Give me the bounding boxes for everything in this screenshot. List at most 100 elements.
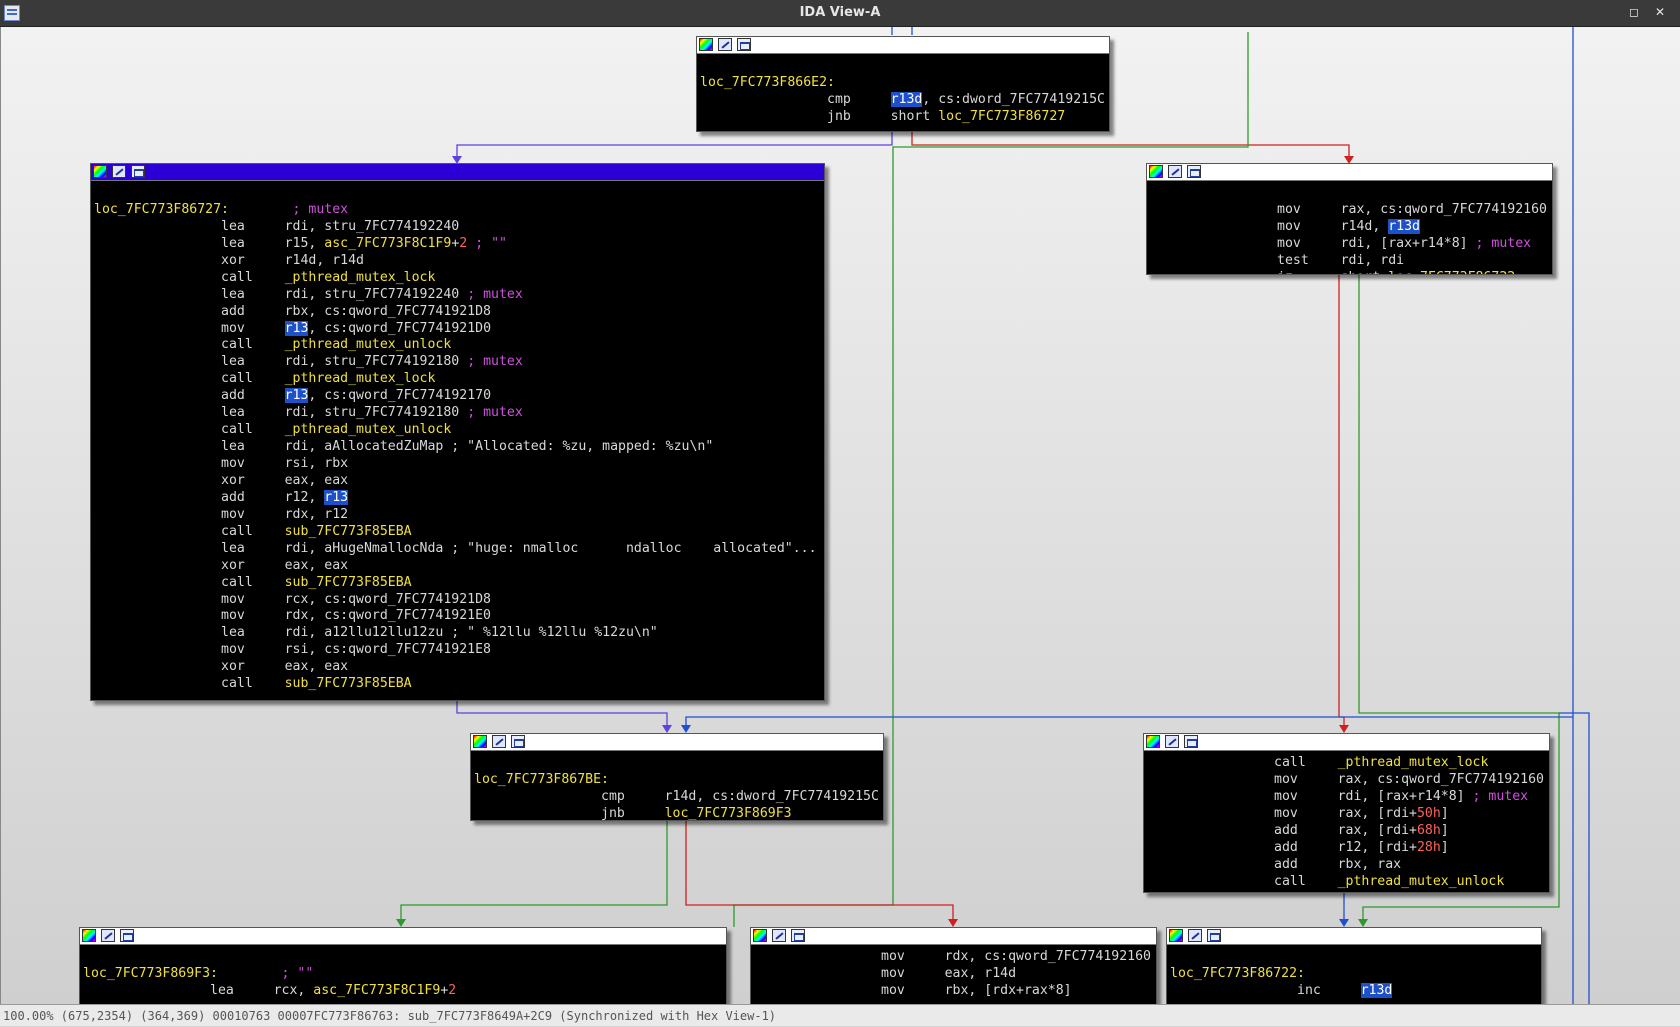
node-rename-icon[interactable] xyxy=(1188,929,1202,942)
asm-line[interactable]: add r12, r13 xyxy=(94,489,824,507)
asm-line[interactable]: jnb short loc_7FC773F86727 xyxy=(700,109,1109,126)
asm-line[interactable]: loc_7FC773F866E2: xyxy=(700,75,1109,92)
asm-line[interactable]: lea r15, asc_7FC773F8C1F9+2 ; "" xyxy=(94,236,824,253)
asm-line[interactable]: inc r13d xyxy=(1170,982,1541,1000)
asm-line[interactable]: mov rdi, [rax+r14*8] ; mutex xyxy=(1150,236,1552,253)
node-color-icon[interactable] xyxy=(753,929,767,942)
node-bottom-mid[interactable]: mov rdx, cs:qword_7FC774192160 mov eax, … xyxy=(750,927,1157,1004)
asm-line[interactable]: add r12, [rdi+28h] xyxy=(1147,840,1549,857)
asm-line[interactable]: ​ xyxy=(474,755,883,772)
asm-line[interactable]: xor r14d, r14d xyxy=(94,253,824,270)
asm-line[interactable]: jnb loc_7FC773F869F3 xyxy=(474,806,883,820)
asm-line[interactable]: lea rdi, stru_7FC774192240 xyxy=(94,219,824,236)
node-group-icon[interactable] xyxy=(120,929,134,942)
node-group-icon[interactable] xyxy=(737,38,751,51)
graph-canvas[interactable]: ​loc_7FC773F866E2: cmp r13d, cs:dword_7F… xyxy=(0,27,1680,1004)
node-code[interactable]: ​ mov rax, cs:qword_7FC774192160 mov r14… xyxy=(1147,181,1552,274)
asm-line[interactable]: mov rcx, cs:qword_7FC7741921D8 xyxy=(94,592,824,609)
asm-line[interactable]: add rbx, rax xyxy=(1147,857,1549,874)
node-code[interactable]: ​loc_7FC773F867BE: cmp r14d, cs:dword_7F… xyxy=(471,751,883,820)
asm-line[interactable]: lea rdi, stru_7FC774192180 ; mutex xyxy=(94,354,824,371)
node-code[interactable]: ​loc_7FC773F869F3: ; "" lea rcx, asc_7FC… xyxy=(80,945,726,1000)
asm-line[interactable]: jz short loc_7FC773F86722 xyxy=(1150,270,1552,274)
asm-line[interactable]: call _pthread_mutex_lock xyxy=(1147,755,1549,772)
asm-line[interactable]: mov rsi, cs:qword_7FC7741921E8 xyxy=(94,642,824,659)
node-group-icon[interactable] xyxy=(511,735,525,748)
asm-line[interactable]: lea rdi, a12llu12llu12zu ; " %12llu %12l… xyxy=(94,625,824,642)
node-color-icon[interactable] xyxy=(82,929,96,942)
asm-line[interactable]: mov rax, [rdi+50h] xyxy=(1147,806,1549,823)
node-code[interactable]: ​loc_7FC773F86727: ; mutex lea rdi, stru… xyxy=(91,181,824,693)
node-code[interactable]: ​loc_7FC773F866E2: cmp r13d, cs:dword_7F… xyxy=(697,54,1109,126)
asm-line[interactable]: ​ xyxy=(1150,185,1552,202)
asm-line[interactable]: mov rbx, [rdx+rax*8] xyxy=(754,983,1156,1000)
asm-line[interactable]: ​ xyxy=(83,949,726,966)
asm-line[interactable]: call _pthread_mutex_unlock xyxy=(94,337,824,354)
node-group-icon[interactable] xyxy=(1184,735,1198,748)
asm-line[interactable]: lea rcx, asc_7FC773F8C1F9+2 xyxy=(83,983,726,1000)
node-color-icon[interactable] xyxy=(1149,165,1163,178)
asm-line[interactable]: cmp r13d, cs:dword_7FC77419215C xyxy=(700,91,1109,109)
asm-line[interactable]: cmp r14d, cs:dword_7FC77419215C xyxy=(474,789,883,806)
asm-line[interactable]: mov rdi, [rax+r14*8] ; mutex xyxy=(1147,789,1549,806)
node-rename-icon[interactable] xyxy=(1165,735,1179,748)
node-rename-icon[interactable] xyxy=(772,929,786,942)
node-loc-866E2[interactable]: ​loc_7FC773F866E2: cmp r13d, cs:dword_7F… xyxy=(696,36,1110,132)
asm-line[interactable]: mov r13, cs:qword_7FC7741921D0 xyxy=(94,320,824,338)
node-group-icon[interactable] xyxy=(131,165,145,178)
node-rename-icon[interactable] xyxy=(492,735,506,748)
asm-line[interactable]: call sub_7FC773F85EBA xyxy=(94,676,824,693)
node-right-mid[interactable]: call _pthread_mutex_lock mov rax, cs:qwo… xyxy=(1143,733,1550,893)
asm-line[interactable]: xor eax, eax xyxy=(94,659,824,676)
node-rename-icon[interactable] xyxy=(718,38,732,51)
node-right-top[interactable]: ​ mov rax, cs:qword_7FC774192160 mov r14… xyxy=(1146,163,1553,275)
node-loc-869F3[interactable]: ​loc_7FC773F869F3: ; "" lea rcx, asc_7FC… xyxy=(79,927,727,1004)
asm-line[interactable]: mov rdx, cs:qword_7FC774192160 xyxy=(754,949,1156,966)
node-group-icon[interactable] xyxy=(791,929,805,942)
node-loc-86722[interactable]: ​loc_7FC773F86722: inc r13d xyxy=(1166,927,1542,1004)
node-group-icon[interactable] xyxy=(1207,929,1221,942)
asm-line[interactable]: call sub_7FC773F85EBA xyxy=(94,575,824,592)
asm-line[interactable]: add rbx, cs:qword_7FC7741921D8 xyxy=(94,304,824,321)
node-color-icon[interactable] xyxy=(1146,735,1160,748)
asm-line[interactable]: call _pthread_mutex_lock xyxy=(94,371,824,388)
node-loc-86727[interactable]: ​loc_7FC773F86727: ; mutex lea rdi, stru… xyxy=(90,163,825,701)
node-rename-icon[interactable] xyxy=(112,165,126,178)
asm-line[interactable]: ​ xyxy=(1170,949,1541,966)
asm-line[interactable]: xor eax, eax xyxy=(94,473,824,490)
asm-line[interactable]: call _pthread_mutex_lock xyxy=(94,270,824,287)
asm-line[interactable]: mov rsi, rbx xyxy=(94,456,824,473)
asm-line[interactable]: lea rdi, aHugeNmallocNda ; "huge: nmallo… xyxy=(94,541,824,558)
asm-line[interactable]: loc_7FC773F86722: xyxy=(1170,966,1541,983)
node-rename-icon[interactable] xyxy=(101,929,115,942)
asm-line[interactable]: xor eax, eax xyxy=(94,558,824,575)
asm-line[interactable]: mov rax, cs:qword_7FC774192160 xyxy=(1150,202,1552,219)
node-color-icon[interactable] xyxy=(699,38,713,51)
asm-line[interactable]: mov rdx, r12 xyxy=(94,507,824,524)
asm-line[interactable]: lea rdi, stru_7FC774192240 ; mutex xyxy=(94,287,824,304)
asm-line[interactable]: call sub_7FC773F85EBA xyxy=(94,524,824,541)
asm-line[interactable]: call _pthread_mutex_unlock xyxy=(94,422,824,439)
asm-line[interactable]: add rax, [rdi+68h] xyxy=(1147,823,1549,840)
node-loc-867BE[interactable]: ​loc_7FC773F867BE: cmp r14d, cs:dword_7F… xyxy=(470,733,884,821)
asm-line[interactable]: mov eax, r14d xyxy=(754,966,1156,983)
node-group-icon[interactable] xyxy=(1187,165,1201,178)
asm-line[interactable]: ​ xyxy=(700,58,1109,75)
node-code[interactable]: call _pthread_mutex_lock mov rax, cs:qwo… xyxy=(1144,751,1549,891)
asm-line[interactable]: lea rdi, stru_7FC774192180 ; mutex xyxy=(94,405,824,422)
asm-line[interactable]: mov rax, cs:qword_7FC774192160 xyxy=(1147,772,1549,789)
node-color-icon[interactable] xyxy=(473,735,487,748)
restore-icon[interactable]: ◻ xyxy=(1628,6,1640,18)
asm-line[interactable]: call _pthread_mutex_unlock xyxy=(1147,874,1549,891)
asm-line[interactable]: loc_7FC773F867BE: xyxy=(474,772,883,789)
node-color-icon[interactable] xyxy=(93,165,107,178)
node-code[interactable]: ​loc_7FC773F86722: inc r13d xyxy=(1167,945,1541,1000)
asm-line[interactable]: lea rdi, aAllocatedZuMap ; "Allocated: %… xyxy=(94,439,824,456)
asm-line[interactable]: loc_7FC773F869F3: ; "" xyxy=(83,966,726,983)
close-icon[interactable]: ✕ xyxy=(1654,6,1666,18)
node-color-icon[interactable] xyxy=(1169,929,1183,942)
node-rename-icon[interactable] xyxy=(1168,165,1182,178)
asm-line[interactable]: mov r14d, r13d xyxy=(1150,218,1552,236)
node-code[interactable]: mov rdx, cs:qword_7FC774192160 mov eax, … xyxy=(751,945,1156,1000)
asm-line[interactable]: add r13, cs:qword_7FC774192170 xyxy=(94,388,824,405)
